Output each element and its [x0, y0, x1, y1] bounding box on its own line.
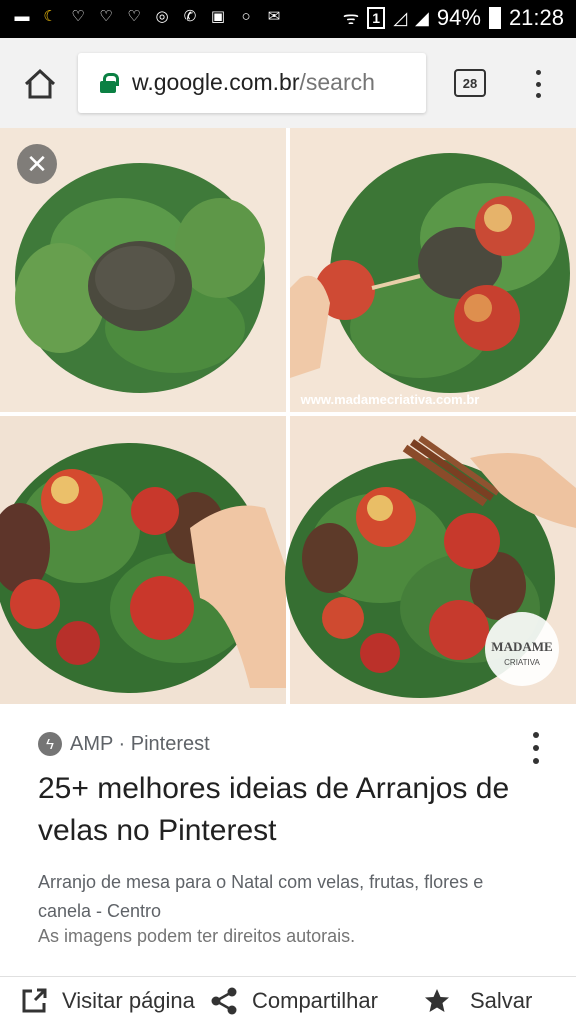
source-label: AMP · Pinterest [70, 732, 210, 755]
status-bar: ▬ ☾ ♡ ♡ ♡ ◎ ✆ ▣ ○ ✉ ᯤ 1 ◿ ◢ 94% 21:28 [0, 0, 576, 38]
share-button[interactable]: Compartilhar [210, 977, 378, 1024]
logo-text-madame: MADAME [491, 639, 552, 654]
logo-text-criativa: CRIATIVA [504, 658, 540, 667]
mail-icon: ✉ [267, 8, 281, 25]
signal-icon: ◢ [415, 7, 429, 28]
result-source[interactable]: ϟ AMP · Pinterest [38, 732, 210, 756]
data-icon: ◿ [393, 7, 408, 28]
action-bar: Visitar página Compartilhar Salvar [0, 976, 576, 1024]
share-label: Compartilhar [252, 988, 378, 1013]
image-watermark: www.madamecriativa.com.br [300, 392, 480, 407]
arrangement-photo-collage: MADAME CRIATIVA www.madamecriativa.com.b… [0, 128, 576, 704]
address-bar[interactable]: w.google.com.br/search [78, 53, 426, 113]
browser-toolbar: w.google.com.br/search 28 [0, 38, 576, 128]
heart-icon: ♡ [99, 8, 113, 25]
visit-page-label: Visitar página [62, 988, 195, 1013]
open-external-icon [22, 988, 47, 1013]
system-icons: ᯤ 1 ◿ ◢ 94% 21:28 [343, 5, 564, 31]
copyright-notice: As imagens podem ter direitos autorais. [38, 926, 356, 946]
instagram-icon: ◎ [155, 8, 169, 25]
save-button[interactable]: Salvar [418, 977, 532, 1024]
battery-percent: 94% [436, 5, 481, 30]
more-options-icon[interactable] [526, 730, 546, 766]
share-icon [211, 987, 237, 1015]
gallery-icon: ▣ [210, 8, 226, 25]
sim-indicator: 1 [367, 7, 386, 29]
wifi-icon: ᯤ [342, 8, 360, 28]
result-image[interactable]: MADAME CRIATIVA www.madamecriativa.com.b… [0, 128, 576, 704]
url-path: /search [299, 69, 375, 95]
result-title[interactable]: 25+ melhores ideias de Arranjos de velas… [38, 768, 518, 852]
whatsapp-icon: ✆ [183, 8, 197, 25]
close-icon[interactable]: ✕ [17, 144, 57, 184]
clock: 21:28 [508, 5, 564, 30]
url-text[interactable]: w.google.com.br/search [132, 69, 375, 96]
greenery-foam-photo [15, 163, 265, 393]
star-add-icon [425, 989, 449, 1012]
moon-icon: ☾ [43, 8, 57, 25]
result-description: Arranjo de mesa para o Natal com velas, … [38, 872, 484, 921]
tab-switcher-button[interactable]: 28 [454, 69, 486, 97]
url-domain: w.google.com.br [132, 69, 300, 95]
heart-icon: ♡ [127, 8, 141, 25]
visit-page-button[interactable]: Visitar página [20, 977, 195, 1024]
amp-lightning-icon: ϟ [38, 732, 62, 756]
browser-menu-icon[interactable] [528, 66, 548, 102]
result-info-panel: ϟ AMP · Pinterest 25+ melhores ideias de… [0, 704, 576, 976]
notification-icons: ▬ ☾ ♡ ♡ ♡ ◎ ✆ ▣ ○ ✉ [12, 6, 284, 26]
lock-icon [100, 73, 119, 93]
heart-icon: ♡ [71, 8, 85, 25]
home-icon[interactable] [22, 66, 58, 102]
message-icon: ▬ [14, 7, 30, 25]
circle-icon: ○ [241, 7, 251, 25]
save-label: Salvar [470, 988, 533, 1013]
battery-icon [488, 7, 501, 29]
